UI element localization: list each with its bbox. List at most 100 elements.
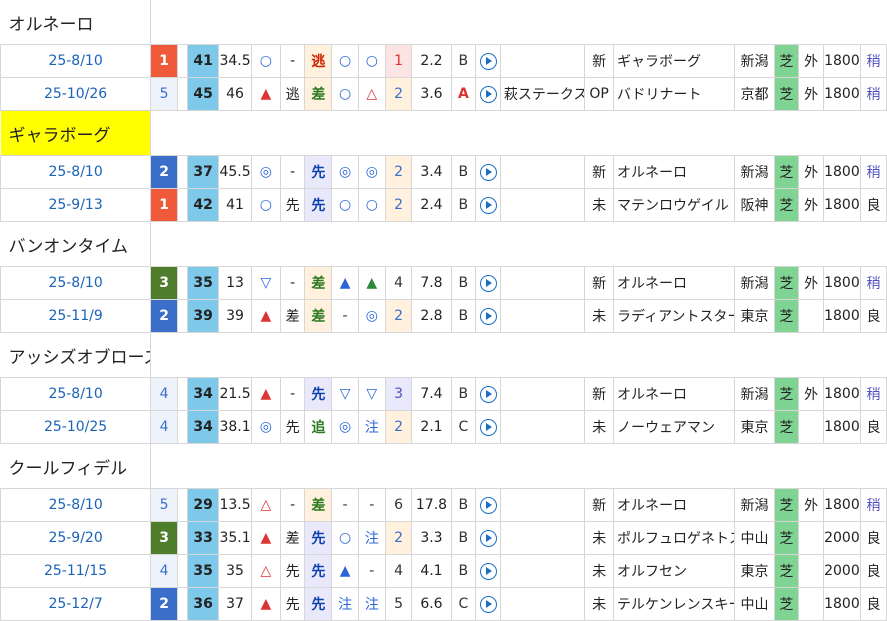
play-circle-icon[interactable] [479, 274, 497, 292]
odds: 2.1 [411, 410, 452, 444]
mark-3: ▽ [331, 377, 359, 411]
surface: 芝 [773, 77, 800, 111]
play-video-button[interactable] [475, 77, 501, 111]
popularity-rank: 2 [384, 410, 413, 444]
race-date-link[interactable]: 25-10/26 [0, 77, 152, 111]
running-style: 差 [304, 77, 333, 111]
race-date-link[interactable]: 25-11/15 [0, 554, 152, 588]
race-date-link[interactable]: 25-9/20 [0, 521, 152, 555]
race-date-link[interactable]: 25-12/7 [0, 587, 152, 621]
index-score: 41 [187, 44, 220, 78]
play-circle-icon[interactable] [479, 496, 497, 514]
index-score: 39 [187, 299, 220, 333]
play-video-button[interactable] [475, 188, 501, 222]
course-side [798, 554, 824, 588]
play-circle-icon[interactable] [479, 418, 497, 436]
race-row: 25-11/15 4 35 35 △ 先先 ▲ -4 4.1 B 未オルフセン 東京芝 2000 良 [0, 554, 887, 588]
percent-value: 21.5 [218, 377, 252, 411]
play-circle-icon[interactable] [479, 595, 497, 613]
spacer-cell [176, 266, 189, 300]
play-video-button[interactable] [475, 587, 501, 621]
race-name [499, 266, 586, 300]
play-circle-icon[interactable] [479, 307, 497, 325]
running-style: 差 [304, 488, 333, 522]
play-video-button[interactable] [475, 488, 501, 522]
play-circle-icon[interactable] [479, 52, 497, 70]
race-row: 25-8/10 2 37 45.5 ◎ - 先 ◎ ◎ 2 3.4 B 新オルネーロ 新潟芝外 1800 稍 [0, 155, 887, 189]
mark-4: 注 [357, 410, 386, 444]
finish-position: 2 [150, 155, 178, 189]
course-side: 外 [798, 155, 824, 189]
race-date-link[interactable]: 25-10/25 [0, 410, 152, 444]
index-score: 29 [187, 488, 220, 522]
grade: A [450, 77, 477, 111]
venue: 中山 [734, 521, 775, 555]
race-date-link[interactable]: 25-8/10 [0, 44, 152, 78]
play-video-button[interactable] [475, 299, 501, 333]
track-condition: 良 [859, 521, 887, 555]
race-name [499, 155, 586, 189]
play-circle-icon[interactable] [479, 562, 497, 580]
race-date-link[interactable]: 25-8/10 [0, 488, 152, 522]
mark-1: ▲ [251, 377, 281, 411]
race-row: 25-9/20 3 33 35.1 ▲ 差先 ○ 注 2 3.3 B 未ポルフュロゲネトス 中山芝 200… [0, 521, 887, 555]
grade: B [450, 521, 477, 555]
course-side: 外 [798, 488, 824, 522]
distance: 1800 [822, 299, 861, 333]
play-video-button[interactable] [475, 554, 501, 588]
race-row: 25-10/25 4 34 38.1 ◎ 先追 ◎ 注 2 2.1 C 未ノーウェアマン 東京芝 1800… [0, 410, 887, 444]
mark-1: △ [251, 488, 281, 522]
grade: B [450, 488, 477, 522]
surface: 芝 [773, 587, 800, 621]
mark-4: ◎ [357, 155, 386, 189]
spacer-cell [176, 587, 189, 621]
distance: 1800 [822, 377, 861, 411]
play-video-button[interactable] [475, 377, 501, 411]
popularity-rank: 4 [384, 554, 413, 588]
play-video-button[interactable] [475, 155, 501, 189]
rival-horse: オルネーロ [613, 488, 736, 522]
horse-header-row: クールフィデル [0, 443, 887, 489]
distance: 1800 [822, 155, 861, 189]
venue: 新潟 [734, 488, 775, 522]
distance: 1800 [822, 44, 861, 78]
rival-horse: ノーウェアマン [613, 410, 736, 444]
venue: 新潟 [734, 155, 775, 189]
play-circle-icon[interactable] [479, 85, 497, 103]
race-row: 25-10/26 5 45 46 ▲ 逃差 ○ △ 2 3.6 A 萩ステークス OP バドリナート 京都芝… [0, 77, 887, 111]
play-circle-icon[interactable] [479, 385, 497, 403]
race-date-link[interactable]: 25-11/9 [0, 299, 152, 333]
play-video-button[interactable] [475, 410, 501, 444]
horse-header-filler [151, 333, 887, 378]
play-video-button[interactable] [475, 266, 501, 300]
race-date-link[interactable]: 25-9/13 [0, 188, 152, 222]
mark-1: ▲ [251, 587, 281, 621]
mark-4: △ [357, 77, 386, 111]
race-date-link[interactable]: 25-8/10 [0, 266, 152, 300]
mark-2: 逃 [279, 77, 306, 111]
distance: 2000 [822, 554, 861, 588]
play-circle-icon[interactable] [479, 529, 497, 547]
odds: 2.8 [411, 299, 452, 333]
distance: 1800 [822, 188, 861, 222]
running-style: 先 [304, 587, 333, 621]
mark-2: 先 [279, 410, 306, 444]
play-circle-icon[interactable] [479, 196, 497, 214]
surface: 芝 [773, 266, 800, 300]
distance: 1800 [822, 77, 861, 111]
play-circle-icon[interactable] [479, 163, 497, 181]
index-score: 34 [187, 377, 220, 411]
course-side [798, 521, 824, 555]
horse-header-row: ギャラボーグ [0, 110, 887, 156]
table-body: オルネーロ 25-8/10 1 41 34.5 ○ - 逃 ○ ○ 1 2.2 B 新ギャラボーグ 新潟芝外… [0, 0, 887, 621]
race-date-link[interactable]: 25-8/10 [0, 377, 152, 411]
finish-position: 2 [150, 587, 178, 621]
play-video-button[interactable] [475, 44, 501, 78]
play-video-button[interactable] [475, 521, 501, 555]
horse-name: バンオンタイム [0, 221, 152, 267]
popularity-rank: 4 [384, 266, 413, 300]
race-date-link[interactable]: 25-8/10 [0, 155, 152, 189]
index-score: 35 [187, 554, 220, 588]
mark-1: ▲ [251, 77, 281, 111]
distance: 1800 [822, 488, 861, 522]
